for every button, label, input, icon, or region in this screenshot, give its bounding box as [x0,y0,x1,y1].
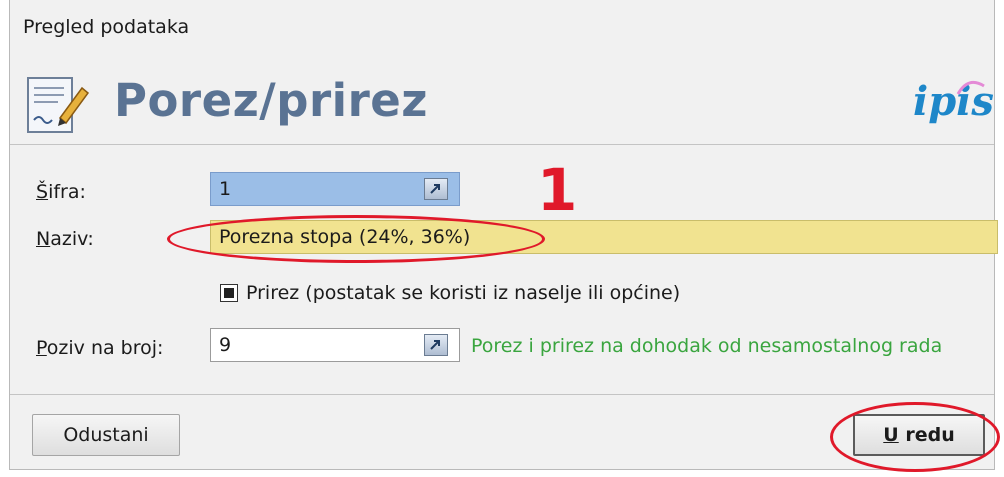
sifra-value: 1 [219,178,232,200]
naziv-value: Porezna stopa (24%, 36%) [219,226,471,248]
sifra-label: Šifra: [36,181,86,203]
logo-swirl-icon [956,80,985,95]
poziv-description: Porez i prirez na dohodak od nesamostaln… [471,335,943,357]
poziv-value: 9 [219,334,232,356]
footer-separator [10,394,994,395]
naziv-label: Naziv: [36,228,94,250]
poziv-lookup-icon[interactable] [424,334,448,356]
header-title: Porez/prirez [114,74,428,127]
prirez-label[interactable]: Prirez (postatak se koristi iz naselje i… [246,282,680,304]
prirez-checkbox[interactable] [220,284,238,302]
naziv-input[interactable]: Porezna stopa (24%, 36%) [210,220,998,254]
sifra-input[interactable]: 1 [210,172,460,206]
poziv-label: Poziv na broj: [36,337,164,359]
ok-button[interactable]: U redu [853,414,985,456]
document-pen-icon [22,74,92,136]
cancel-button[interactable]: Odustani [32,414,180,456]
sifra-lookup-icon[interactable] [424,178,448,200]
header-separator [10,144,994,145]
window-title: Pregled podataka [23,16,190,38]
annotation-number: 1 [537,156,578,224]
poziv-input[interactable]: 9 [210,328,460,362]
dialog-window: Pregled podataka Porez/prirez ipis Šifra… [9,0,998,470]
